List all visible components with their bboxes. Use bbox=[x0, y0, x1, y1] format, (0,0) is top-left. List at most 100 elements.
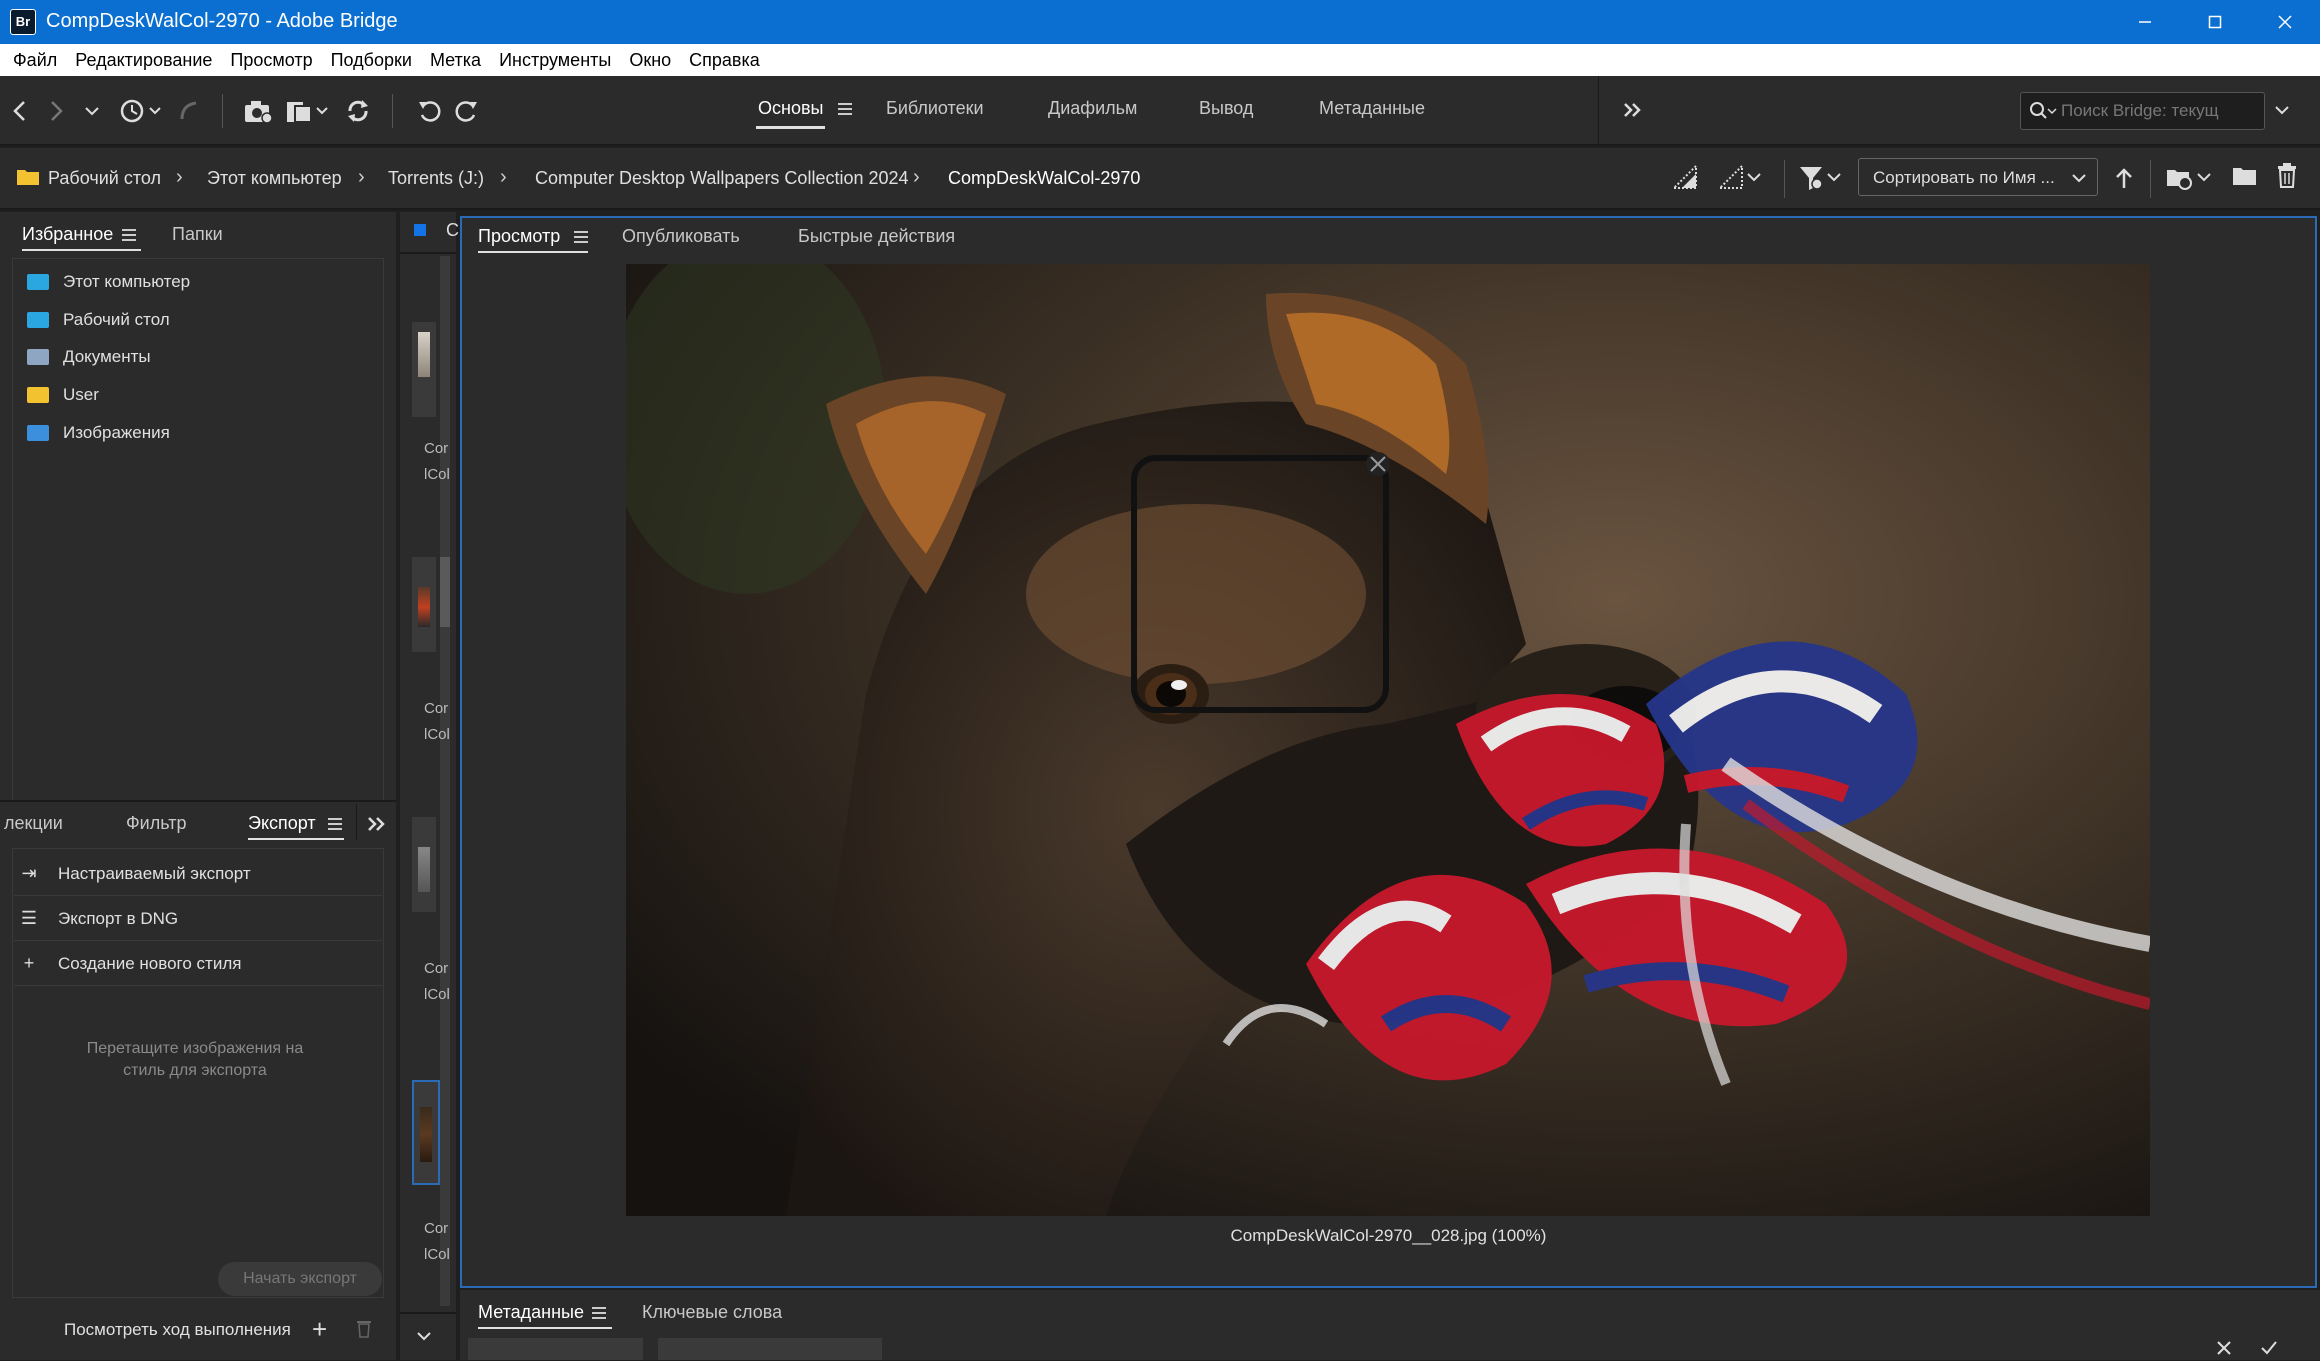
recent-files-icon[interactable] bbox=[116, 96, 166, 126]
sort-dropdown[interactable]: Сортировать по Имя ... bbox=[1858, 158, 2098, 196]
camera-import-icon[interactable] bbox=[242, 96, 274, 126]
monitor-icon bbox=[27, 274, 49, 290]
menu-view[interactable]: Просмотр bbox=[230, 50, 312, 71]
panel-menu-icon[interactable] bbox=[592, 1306, 606, 1325]
more-workspaces-icon[interactable] bbox=[1622, 100, 1642, 125]
preview-image[interactable] bbox=[626, 264, 2150, 1216]
scrollbar-thumb[interactable] bbox=[440, 557, 450, 627]
apply-icon[interactable] bbox=[2260, 1340, 2278, 1361]
workspace-tab-output[interactable]: Вывод bbox=[1199, 98, 1253, 119]
favorite-desktop[interactable]: Рабочий стол bbox=[27, 305, 170, 335]
menu-file[interactable]: Файл bbox=[13, 50, 57, 71]
panel-menu-icon[interactable] bbox=[574, 230, 588, 249]
tab-favorites[interactable]: Избранное bbox=[22, 224, 142, 251]
tab-preview[interactable]: Просмотр bbox=[478, 226, 589, 253]
favorite-documents[interactable]: Документы bbox=[27, 342, 151, 372]
quality-options-icon[interactable] bbox=[1717, 163, 1766, 195]
rotate-right-icon[interactable] bbox=[450, 96, 482, 126]
export-dng-item[interactable]: ☰ Экспорт в DNG bbox=[14, 897, 382, 941]
workspace-tab-libraries[interactable]: Библиотеки bbox=[886, 98, 984, 119]
filter-icon[interactable] bbox=[1798, 164, 1846, 197]
search-options-icon[interactable] bbox=[2274, 104, 2290, 122]
export-drop-hint: Перетащите изображения на стиль для эксп… bbox=[86, 1040, 304, 1079]
open-recent-icon[interactable] bbox=[2166, 164, 2216, 197]
breadcrumb-this-pc[interactable]: Этот компьютер bbox=[207, 168, 342, 189]
favorite-user[interactable]: User bbox=[27, 380, 99, 410]
thumbnail[interactable] bbox=[412, 557, 436, 652]
view-progress-link[interactable]: Посмотреть ход выполнения bbox=[64, 1320, 291, 1340]
create-preset-item[interactable]: + Создание нового стиля bbox=[14, 942, 382, 986]
folder-icon bbox=[16, 166, 40, 191]
tab-quick-actions[interactable]: Быстрые действия bbox=[798, 226, 955, 247]
window-title: CompDeskWalCol-2970 - Adobe Bridge bbox=[46, 10, 398, 32]
favorite-pictures[interactable]: Изображения bbox=[27, 418, 170, 448]
tab-publish[interactable]: Опубликовать bbox=[622, 226, 740, 247]
workspace-tab-filmstrip[interactable]: Диафильм bbox=[1048, 98, 1137, 119]
history-dropdown-icon[interactable] bbox=[76, 96, 108, 126]
sort-ascending-icon[interactable] bbox=[2114, 166, 2134, 195]
maximize-button[interactable] bbox=[2180, 0, 2250, 44]
sort-label: Сортировать по Имя ... bbox=[1873, 168, 2055, 187]
breadcrumb-current-folder[interactable]: CompDeskWalCol-2970 bbox=[948, 168, 1140, 189]
scrollbar[interactable] bbox=[440, 256, 450, 1306]
favorite-this-pc[interactable]: Этот компьютер bbox=[27, 267, 190, 297]
breadcrumb-separator-icon[interactable]: › bbox=[500, 166, 507, 189]
close-button[interactable] bbox=[2250, 0, 2320, 44]
content-tab-label[interactable]: C bbox=[446, 220, 459, 241]
tab-export[interactable]: Экспорт bbox=[248, 813, 344, 840]
cancel-icon[interactable] bbox=[2216, 1340, 2232, 1361]
breadcrumb-separator-icon[interactable]: › bbox=[913, 166, 920, 189]
menu-edit[interactable]: Редактирование bbox=[75, 50, 212, 71]
workspace-tab-metadata[interactable]: Метаданные bbox=[1319, 98, 1425, 119]
list-icon: ☰ bbox=[20, 908, 38, 928]
plus-icon: + bbox=[23, 953, 35, 973]
breadcrumb-separator-icon[interactable]: › bbox=[358, 166, 365, 189]
thumbnail[interactable] bbox=[412, 322, 436, 417]
tab-folders[interactable]: Папки bbox=[172, 224, 223, 245]
quality-icon[interactable] bbox=[1671, 163, 1698, 195]
export-panel: лекции Фильтр Экспорт ⇥ Настраиваемый экс… bbox=[0, 800, 396, 1360]
export-custom-item[interactable]: ⇥ Настраиваемый экспорт bbox=[14, 852, 382, 896]
forward-icon[interactable] bbox=[40, 96, 72, 126]
menu-help[interactable]: Справка bbox=[689, 50, 760, 71]
breadcrumb-collection[interactable]: Computer Desktop Wallpapers Collection 2… bbox=[535, 168, 909, 189]
more-panels-icon[interactable] bbox=[366, 814, 386, 839]
trash-icon[interactable] bbox=[356, 1318, 372, 1343]
breadcrumb-separator-icon[interactable]: › bbox=[176, 166, 183, 189]
menu-stacks[interactable]: Подборки bbox=[331, 50, 412, 71]
menu-tools[interactable]: Инструменты bbox=[499, 50, 611, 71]
panel-menu-icon[interactable] bbox=[122, 228, 136, 247]
preview-caption: CompDeskWalCol-2970__028.jpg (100%) bbox=[1230, 1226, 1547, 1245]
thumbnail[interactable] bbox=[412, 817, 436, 912]
workspace-tab-essentials[interactable]: Основы bbox=[755, 98, 826, 129]
start-export-button[interactable]: Начать экспорт bbox=[218, 1262, 382, 1296]
workspace-menu-icon[interactable] bbox=[838, 102, 852, 121]
boomerang-icon[interactable] bbox=[172, 96, 204, 126]
tab-collections[interactable]: лекции bbox=[4, 813, 63, 834]
add-icon[interactable]: + bbox=[312, 1314, 327, 1345]
breadcrumb-desktop[interactable]: Рабочий стол bbox=[48, 168, 161, 189]
delete-icon[interactable] bbox=[2276, 162, 2298, 193]
preview-panel: Просмотр Опубликовать Быстрые действия C… bbox=[460, 216, 2317, 1288]
new-folder-icon[interactable] bbox=[2232, 164, 2258, 193]
menu-window[interactable]: Окно bbox=[629, 50, 671, 71]
menu-label[interactable]: Метка bbox=[430, 50, 481, 71]
refine-icon[interactable] bbox=[284, 96, 334, 126]
favorites-panel: Избранное Папки Этот компьютер Рабочий с… bbox=[0, 212, 396, 812]
back-icon[interactable] bbox=[4, 96, 36, 126]
tab-filter[interactable]: Фильтр bbox=[126, 813, 186, 834]
search-input[interactable] bbox=[2061, 99, 2256, 123]
desktop-icon bbox=[27, 312, 49, 328]
chevron-down-icon[interactable] bbox=[416, 1330, 432, 1348]
thumbnail-selected[interactable] bbox=[412, 1080, 440, 1185]
rotate-left-icon[interactable] bbox=[414, 96, 446, 126]
sync-icon[interactable] bbox=[342, 96, 374, 126]
pictures-icon bbox=[27, 425, 49, 441]
tab-keywords[interactable]: Ключевые слова bbox=[642, 1302, 782, 1323]
minimize-button[interactable] bbox=[2110, 0, 2180, 44]
breadcrumb-drive[interactable]: Torrents (J:) bbox=[388, 168, 484, 189]
tab-metadata[interactable]: Метаданные bbox=[478, 1302, 613, 1329]
panel-menu-icon[interactable] bbox=[328, 817, 342, 836]
documents-icon bbox=[27, 349, 49, 365]
bridge-logo-icon: Br bbox=[10, 9, 36, 35]
